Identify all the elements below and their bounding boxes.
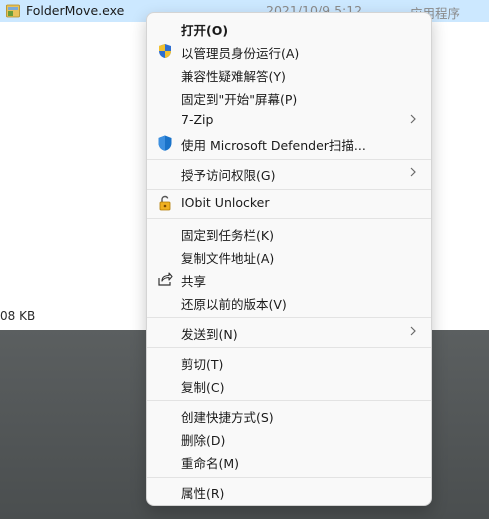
- menu-separator: [147, 218, 431, 219]
- menu-item-label: 7-Zip: [181, 112, 214, 127]
- menu-item-label: 共享: [181, 274, 207, 289]
- menu-item-rename[interactable]: 重命名(M): [151, 450, 427, 472]
- menu-item-label: 固定到任务栏(K): [181, 228, 274, 243]
- menu-separator: [147, 189, 431, 190]
- menu-item-properties[interactable]: 属性(R): [151, 480, 427, 502]
- menu-item-label: 以管理员身份运行(A): [181, 46, 300, 61]
- menu-item-label: 剪切(T): [181, 357, 224, 372]
- menu-item-label: 复制(C): [181, 380, 225, 395]
- chevron-right-icon: [410, 326, 416, 336]
- context-menu: 打开(O) 以管理员身份运行(A) 兼容性疑难解答(Y) 固定到"开始"屏幕(P…: [146, 12, 432, 506]
- menu-item-open[interactable]: 打开(O): [151, 17, 427, 39]
- menu-item-grant-access[interactable]: 授予访问权限(G): [151, 162, 427, 184]
- menu-item-troubleshoot[interactable]: 兼容性疑难解答(Y): [151, 63, 427, 85]
- menu-item-7zip[interactable]: 7-Zip: [151, 109, 427, 131]
- chevron-right-icon: [410, 167, 416, 177]
- menu-item-cut[interactable]: 剪切(T): [151, 351, 427, 373]
- menu-item-label: 还原以前的版本(V): [181, 297, 287, 312]
- menu-item-restore-versions[interactable]: 还原以前的版本(V): [151, 291, 427, 313]
- menu-item-delete[interactable]: 删除(D): [151, 427, 427, 449]
- menu-item-iobit-unlocker[interactable]: IObit Unlocker: [151, 192, 427, 214]
- iobit-lock-icon: [159, 195, 171, 211]
- menu-separator: [147, 159, 431, 160]
- menu-item-label: 创建快捷方式(S): [181, 410, 274, 425]
- menu-item-label: 删除(D): [181, 433, 226, 448]
- menu-item-label: 固定到"开始"屏幕(P): [181, 92, 298, 107]
- menu-item-label: 复制文件地址(A): [181, 251, 275, 266]
- menu-item-label: 授予访问权限(G): [181, 168, 276, 183]
- menu-item-share[interactable]: 共享: [151, 268, 427, 290]
- menu-item-create-shortcut[interactable]: 创建快捷方式(S): [151, 404, 427, 426]
- menu-item-label: 打开(O): [181, 23, 229, 38]
- menu-item-copy-path[interactable]: 复制文件地址(A): [151, 245, 427, 267]
- file-name: FolderMove.exe: [26, 3, 125, 18]
- exe-file-icon: [6, 4, 20, 18]
- defender-shield-icon: [158, 135, 172, 151]
- menu-item-label: 使用 Microsoft Defender扫描...: [181, 138, 366, 153]
- menu-item-label: 发送到(N): [181, 327, 238, 342]
- menu-item-send-to[interactable]: 发送到(N): [151, 321, 427, 343]
- uac-shield-icon: [159, 44, 171, 58]
- menu-item-label: IObit Unlocker: [181, 195, 270, 210]
- menu-separator: [147, 477, 431, 478]
- menu-separator: [147, 317, 431, 318]
- menu-separator: [147, 347, 431, 348]
- file-size: 08 KB: [0, 309, 36, 323]
- menu-separator: [147, 400, 431, 401]
- menu-item-label: 兼容性疑难解答(Y): [181, 69, 286, 84]
- menu-item-defender-scan[interactable]: 使用 Microsoft Defender扫描...: [151, 132, 427, 154]
- menu-item-label: 重命名(M): [181, 456, 240, 471]
- menu-item-pin-start[interactable]: 固定到"开始"屏幕(P): [151, 86, 427, 108]
- menu-item-pin-taskbar[interactable]: 固定到任务栏(K): [151, 222, 427, 244]
- menu-item-label: 属性(R): [181, 486, 225, 501]
- chevron-right-icon: [410, 114, 416, 124]
- share-icon: [158, 272, 173, 286]
- menu-item-copy[interactable]: 复制(C): [151, 374, 427, 396]
- menu-item-run-as-admin[interactable]: 以管理员身份运行(A): [151, 40, 427, 62]
